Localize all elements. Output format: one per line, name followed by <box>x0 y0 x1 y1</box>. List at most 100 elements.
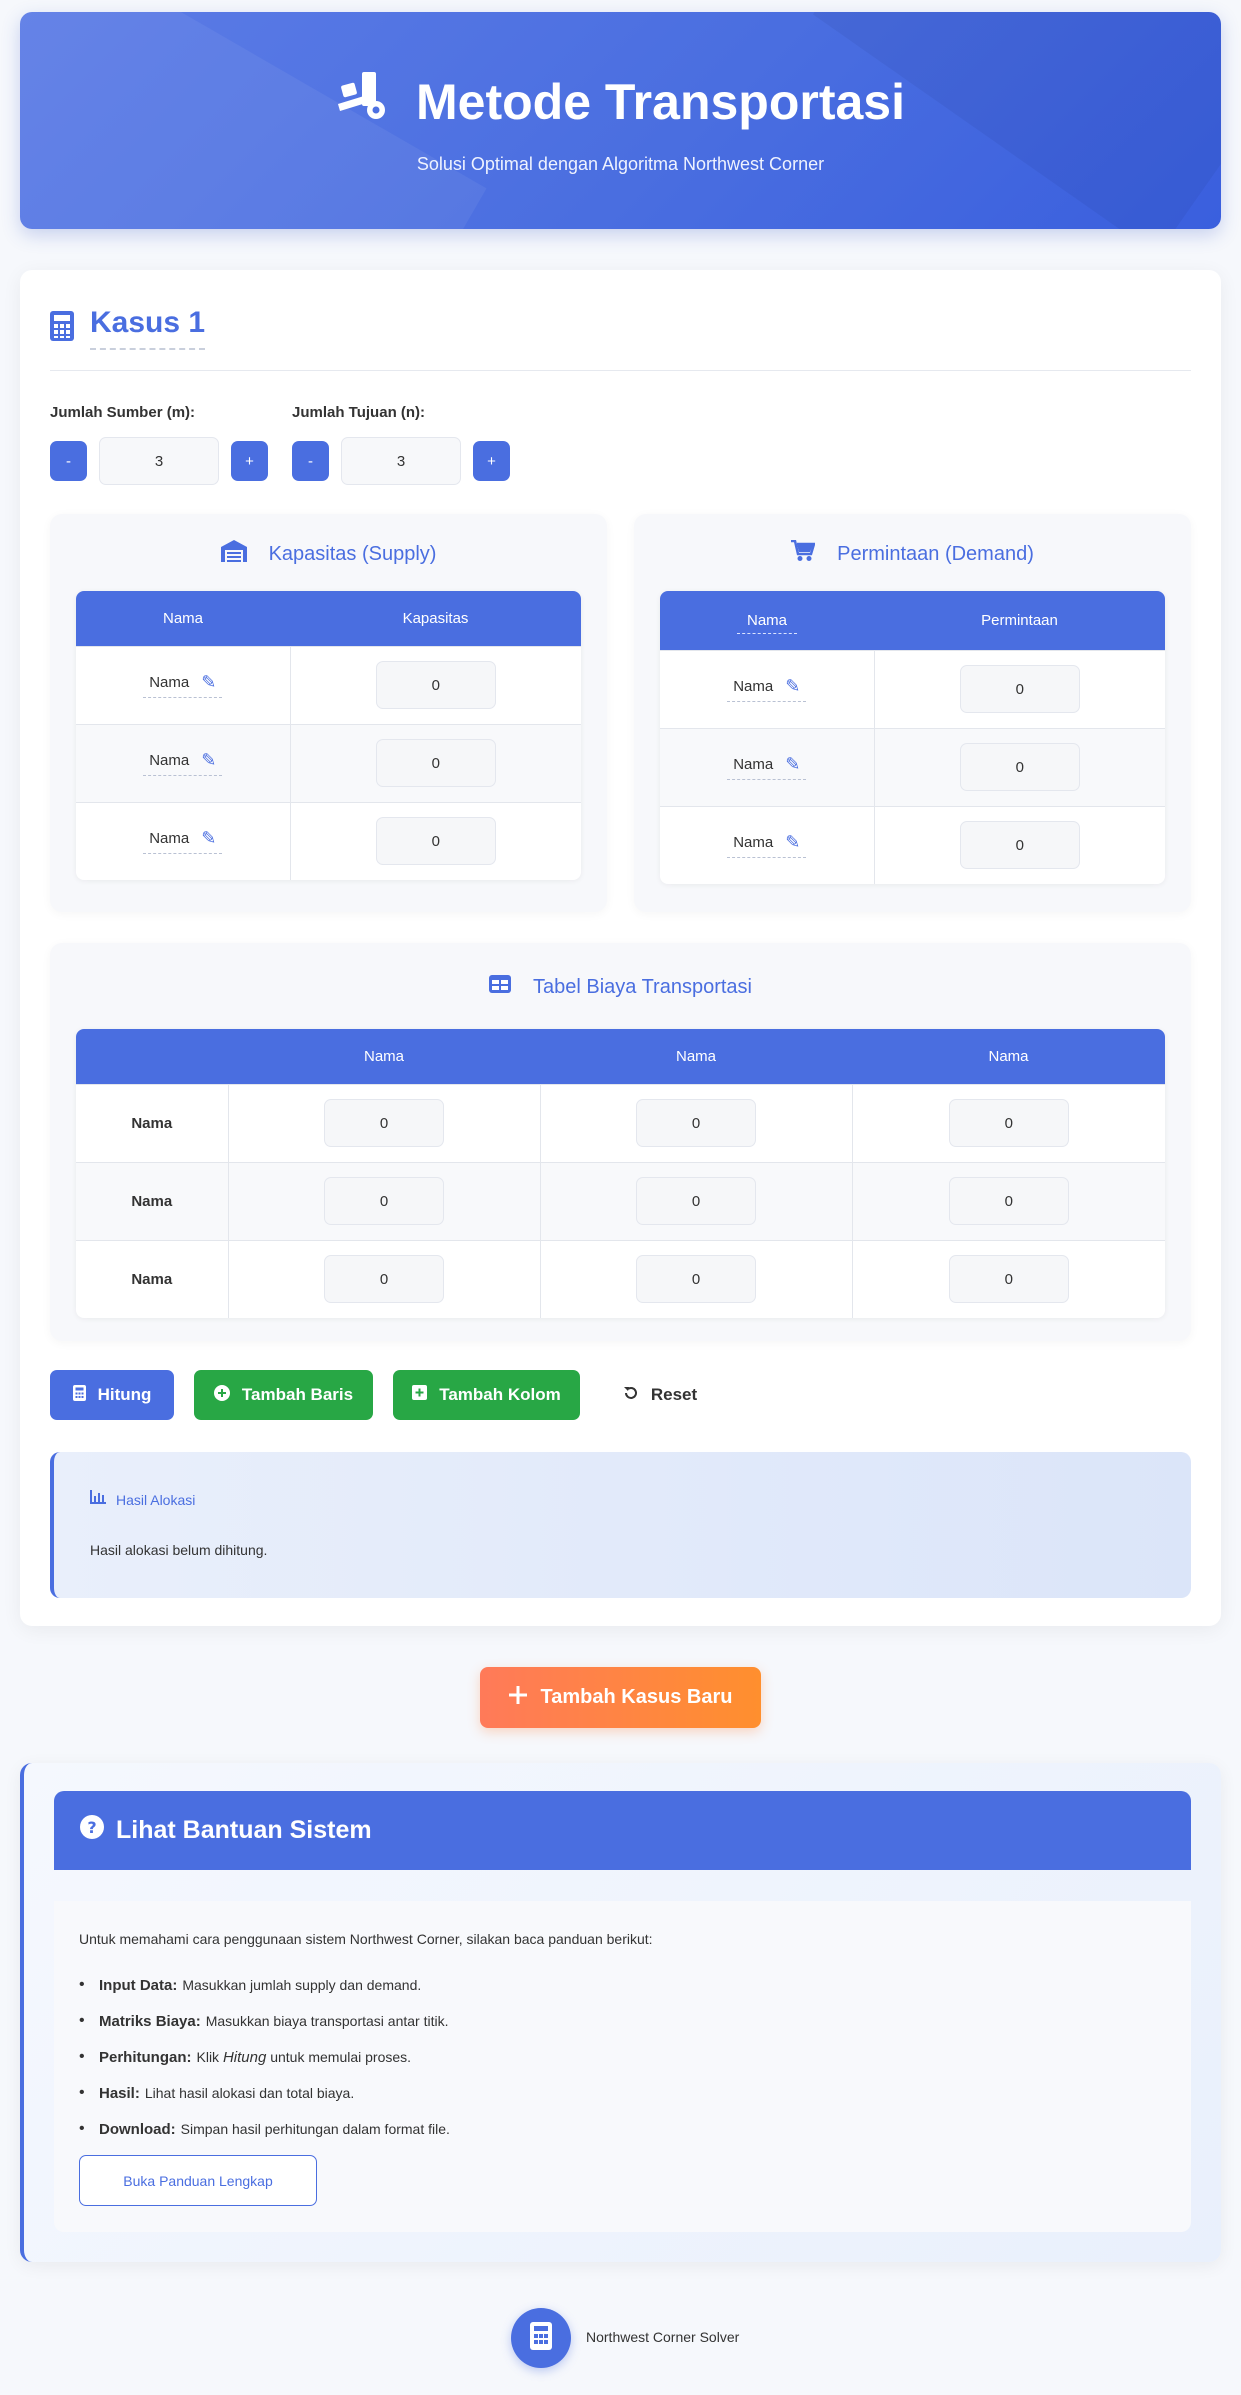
cost-col-header: Nama <box>540 1029 852 1084</box>
demand-panel: Permintaan (Demand) Nama Permintaan Nama… <box>634 514 1191 912</box>
supply-capacity-input[interactable]: 0 <box>375 739 496 787</box>
demand-name-cell[interactable]: Nama ✎ <box>727 676 807 702</box>
plus-circle-icon <box>213 1384 230 1406</box>
sources-label: Jumlah Sumber (m): <box>50 404 196 421</box>
supply-table: Nama Kapasitas Nama ✎ 0 Nama ✎ 0 Nama ✎ 0 <box>76 591 581 880</box>
add-case-button[interactable]: Tambah Kasus Baru <box>480 1667 761 1728</box>
table-row: Nama ✎ 0 <box>660 727 1165 806</box>
list-item: • Download: Simpan hasil perhitungan dalam… <box>79 2120 450 2138</box>
cost-input[interactable]: 0 <box>324 1255 444 1304</box>
supply-col-name: Nama <box>76 591 290 646</box>
footer-logo <box>511 2308 571 2368</box>
table-row: Nama ✎ 0 <box>660 649 1165 728</box>
demand-name-cell[interactable]: Nama ✎ <box>727 754 807 780</box>
demand-value-input[interactable]: 0 <box>959 821 1080 870</box>
table-icon <box>488 975 511 999</box>
help-intro: Untuk memahami cara penggunaan sistem No… <box>79 1931 653 1947</box>
truck-loading-icon <box>336 70 398 134</box>
cost-input[interactable]: 0 <box>948 1255 1069 1304</box>
table-row: Nama ✎ 0 <box>76 723 581 802</box>
case-header: Kasus 1 <box>50 306 206 350</box>
result-box: Hasil Alokasi Hasil alokasi belum dihitu… <box>50 1452 1191 1598</box>
chart-bar-icon <box>90 1490 106 1509</box>
destinations-input[interactable]: 3 <box>341 437 461 485</box>
cost-input[interactable]: 0 <box>324 1177 444 1225</box>
edit-icon[interactable]: ✎ <box>201 672 216 693</box>
edit-icon[interactable]: ✎ <box>785 754 800 775</box>
demand-col-value: Permintaan <box>874 591 1165 650</box>
help-title: Lihat Bantuan Sistem <box>116 1816 372 1844</box>
cost-title-text: Tabel Biaya Transportasi <box>532 975 752 998</box>
warehouse-icon <box>220 540 247 568</box>
sources-plus-button[interactable]: + <box>231 441 268 481</box>
page-title-text: Metode Transportasi <box>416 74 905 130</box>
help-header[interactable]: ? Lihat Bantuan Sistem <box>54 1791 1191 1870</box>
cost-input[interactable]: 0 <box>948 1099 1069 1147</box>
page-header: Metode Transportasi Solusi Optimal denga… <box>20 12 1221 229</box>
destinations-minus-button[interactable]: - <box>292 441 329 481</box>
supply-capacity-input[interactable]: 0 <box>375 661 496 709</box>
supply-name-cell[interactable]: Nama ✎ <box>143 672 223 698</box>
list-item: • Input Data: Masukkan jumlah supply dan d… <box>79 1976 422 1994</box>
sources-minus-button[interactable]: - <box>50 441 87 481</box>
cost-panel: Tabel Biaya Transportasi Nama Nama Nama … <box>50 943 1191 1341</box>
divider <box>50 370 1191 371</box>
cost-input[interactable]: 0 <box>324 1099 444 1147</box>
demand-table: Nama Permintaan Nama ✎ 0 Nama ✎ 0 Nama ✎ 0 <box>660 591 1165 884</box>
cart-icon <box>791 539 816 568</box>
table-row: Nama ✎ 0 <box>76 645 581 724</box>
demand-value-input[interactable]: 0 <box>959 665 1080 713</box>
destinations-plus-button[interactable]: + <box>473 441 510 481</box>
tambah-baris-button[interactable]: Tambah Baris <box>194 1370 373 1420</box>
table-row: Nama ✎ 0 <box>76 801 581 880</box>
demand-value-input[interactable]: 0 <box>959 743 1080 791</box>
tambah-kolom-button[interactable]: Tambah Kolom <box>393 1370 580 1420</box>
cost-input[interactable]: 0 <box>636 1099 756 1147</box>
svg-text:?: ? <box>87 1818 96 1837</box>
case-card: Kasus 1 Jumlah Sumber (m): - 3 + Jumlah … <box>20 270 1221 1626</box>
table-row: Nama ✎ 0 <box>660 805 1165 884</box>
cost-col-header: Nama <box>852 1029 1165 1084</box>
destinations-control: Jumlah Tujuan (n): - 3 + <box>292 404 510 485</box>
cost-col-header: Nama <box>228 1029 540 1084</box>
destinations-label: Jumlah Tujuan (n): <box>292 404 426 421</box>
plus-square-icon <box>412 1385 428 1405</box>
hitung-button[interactable]: Hitung <box>50 1370 174 1420</box>
supply-title-text: Kapasitas (Supply) <box>268 542 437 565</box>
edit-icon[interactable]: ✎ <box>785 832 800 853</box>
calculator-icon <box>72 1384 86 1406</box>
demand-title: Permintaan (Demand) <box>634 539 1191 568</box>
supply-title: Kapasitas (Supply) <box>50 540 607 568</box>
question-circle-icon: ? <box>80 1815 104 1846</box>
cost-input[interactable]: 0 <box>948 1177 1069 1225</box>
page-subtitle: Solusi Optimal dengan Algoritma Northwes… <box>416 154 825 174</box>
supply-name-cell[interactable]: Nama ✎ <box>143 828 223 855</box>
guide-button[interactable]: Buka Panduan Lengkap <box>79 2155 317 2206</box>
table-row: Nama 0 0 0 <box>76 1239 1165 1318</box>
cost-input[interactable]: 0 <box>636 1255 756 1304</box>
page-title: Metode Transportasi <box>20 70 1221 134</box>
sources-input[interactable]: 3 <box>99 437 219 485</box>
edit-icon[interactable]: ✎ <box>201 828 216 849</box>
reset-button[interactable]: Reset <box>600 1370 720 1420</box>
supply-name-cell[interactable]: Nama ✎ <box>143 750 223 776</box>
result-title: Hasil Alokasi <box>90 1490 195 1509</box>
plus-icon <box>508 1685 527 1710</box>
table-row: Nama 0 0 0 <box>76 1083 1165 1162</box>
sources-control: Jumlah Sumber (m): - 3 + <box>50 404 268 485</box>
demand-name-cell[interactable]: Nama ✎ <box>727 832 807 859</box>
help-section: ? Lihat Bantuan Sistem Untuk memahami ca… <box>20 1763 1221 2262</box>
calculator-icon <box>50 310 74 346</box>
edit-icon[interactable]: ✎ <box>201 750 216 771</box>
demand-col-name[interactable]: Nama <box>736 611 797 634</box>
table-row: Nama 0 0 0 <box>76 1161 1165 1240</box>
cost-row-label: Nama <box>76 1239 229 1318</box>
footer-text: Northwest Corner Solver <box>586 2329 740 2345</box>
edit-icon[interactable]: ✎ <box>785 676 800 697</box>
calculator-icon <box>530 2321 552 2355</box>
cost-row-label: Nama <box>76 1083 229 1162</box>
help-body: Untuk memahami cara penggunaan sistem No… <box>54 1901 1191 2232</box>
cost-input[interactable]: 0 <box>636 1177 756 1225</box>
case-title[interactable]: Kasus 1 <box>90 306 206 350</box>
supply-capacity-input[interactable]: 0 <box>375 817 496 866</box>
